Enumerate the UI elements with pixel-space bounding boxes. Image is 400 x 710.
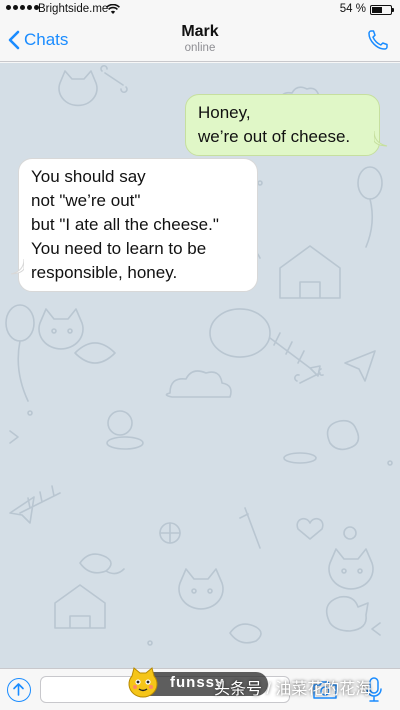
message-line: Honey, xyxy=(198,103,251,122)
message-line: we’re out of cheese. xyxy=(198,127,351,146)
carrier-name: Brightside.me xyxy=(38,3,109,15)
back-button[interactable]: Chats xyxy=(8,28,68,52)
watermark-text: 头条号 / 油菜花的花海 xyxy=(214,681,372,698)
message-line: not "we’re out" xyxy=(31,191,141,210)
funssy-logo-icon xyxy=(128,667,158,698)
phone-icon[interactable] xyxy=(366,28,390,52)
attach-button[interactable] xyxy=(7,678,31,702)
signal-strength-icon xyxy=(6,5,39,10)
message-line: responsible, honey. xyxy=(31,263,178,282)
message-line: but "I ate all the cheese." xyxy=(31,215,219,234)
message-line: You need to learn to be xyxy=(31,239,207,258)
incoming-bubble-tail xyxy=(10,259,24,275)
message-line: You should say xyxy=(31,167,146,186)
battery-icon xyxy=(370,5,394,15)
message-list[interactable]: Honey, we’re out of cheese. You should s… xyxy=(0,63,400,668)
chat-header: Chats Mark online xyxy=(0,20,400,62)
cat-doodle xyxy=(38,308,84,350)
watermark: funssy 头条号 / 油菜花的花海 xyxy=(126,660,400,704)
battery-percentage: 54 % xyxy=(339,3,366,15)
incoming-message[interactable]: You should say not "we’re out" but "I at… xyxy=(18,158,258,292)
chevron-left-icon xyxy=(8,30,20,50)
contact-name: Mark xyxy=(181,23,219,40)
contact-status: online xyxy=(184,42,216,54)
outgoing-message[interactable]: Honey, we’re out of cheese. xyxy=(185,94,380,156)
outgoing-bubble-tail xyxy=(374,131,388,147)
back-button-label: Chats xyxy=(24,30,69,49)
wifi-icon xyxy=(106,4,120,14)
status-bar: Brightside.me 54 % xyxy=(0,0,400,20)
contact-info[interactable]: Mark online xyxy=(100,23,300,54)
arrow-up-circle-icon xyxy=(13,683,24,696)
